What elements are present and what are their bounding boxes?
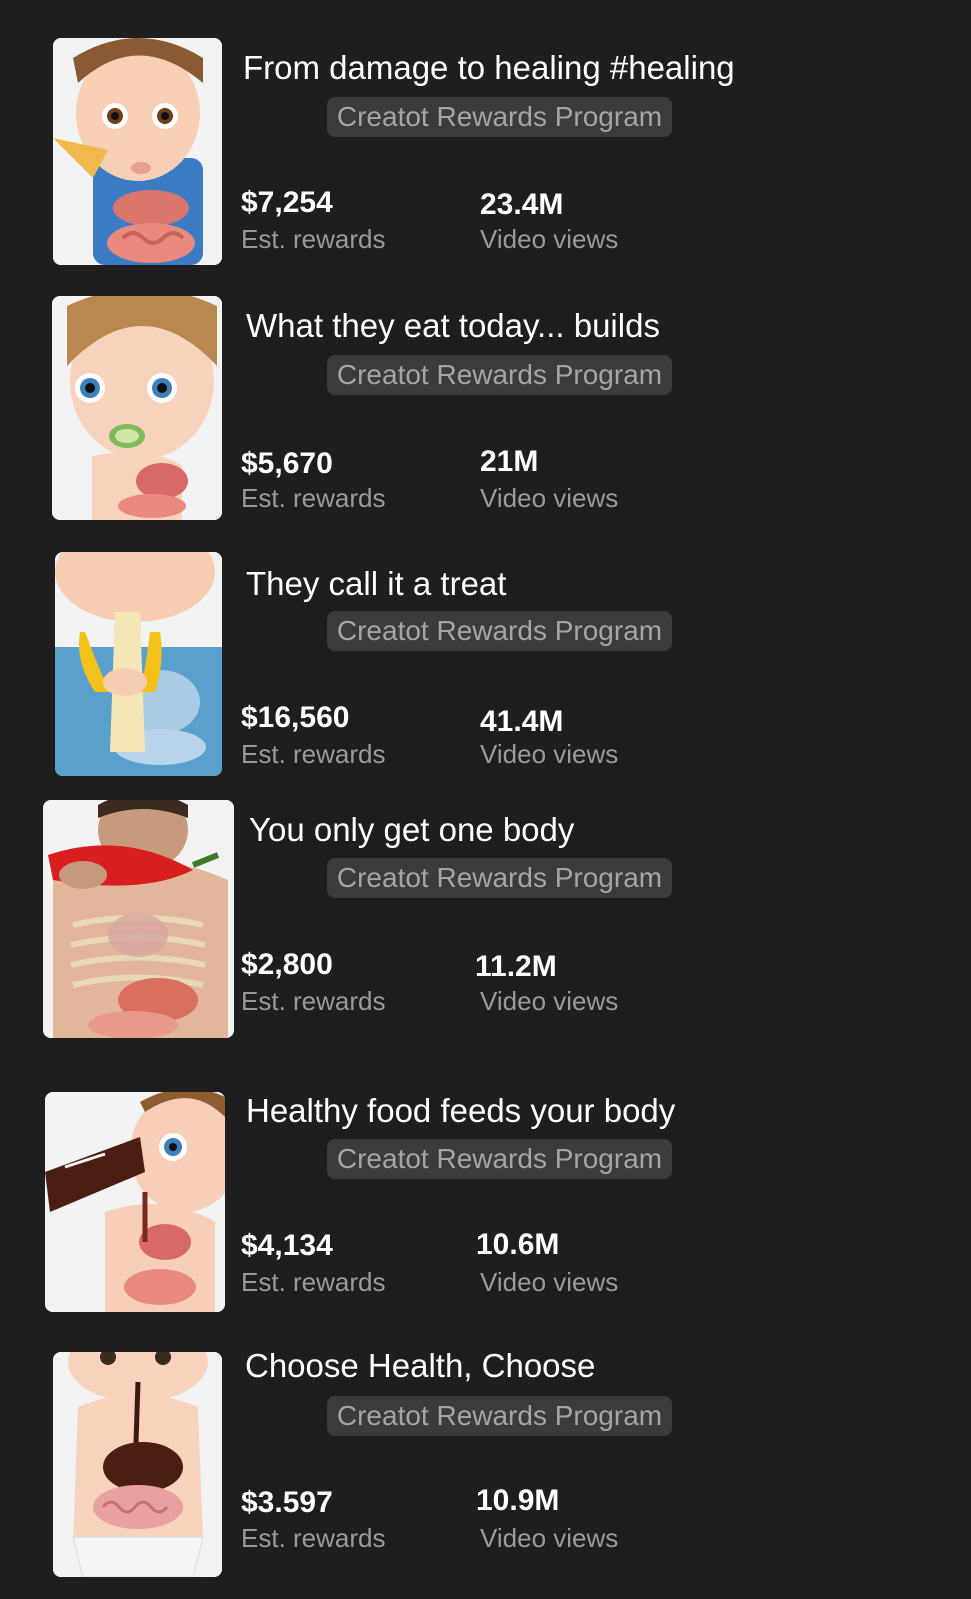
cartoon-child-pizza-image (53, 38, 222, 265)
est-rewards-label: Est. rewards (241, 1267, 386, 1297)
video-views-value: 11.2M (475, 950, 557, 983)
video-row[interactable]: Healthy food feeds your body Creatot Rew… (0, 1080, 971, 1320)
cartoon-child-banana-image (55, 552, 222, 776)
video-views-value: 41.4M (480, 705, 564, 738)
rewards-program-badge: Creatot Rewards Program (327, 97, 672, 137)
video-views-value: 21M (480, 445, 539, 478)
video-views-value: 10.6M (476, 1228, 560, 1261)
est-rewards-label: Est. rewards (241, 483, 386, 513)
video-title: Healthy food feeds your body (246, 1092, 676, 1129)
est-rewards-value: $7,254 (241, 186, 333, 219)
est-rewards-label: Est. rewards (241, 224, 386, 254)
man-chili-pepper-anatomy-image (43, 800, 234, 1038)
video-views-value: 10.9M (476, 1484, 560, 1517)
video-thumbnail[interactable] (53, 38, 222, 265)
est-rewards-value: $4,134 (241, 1229, 333, 1262)
cartoon-child-cucumber-image (52, 296, 222, 520)
video-views-label: Video views (480, 224, 619, 254)
est-rewards-value: $2,800 (241, 948, 333, 981)
video-thumbnail[interactable] (52, 296, 222, 520)
est-rewards-value: $3.597 (241, 1486, 333, 1519)
video-row[interactable]: Choose Health, Choose Creatot Rewards Pr… (0, 1340, 971, 1590)
video-thumbnail[interactable] (53, 1352, 222, 1577)
rewards-program-badge: Creatot Rewards Program (327, 611, 672, 651)
video-views-label: Video views (480, 739, 619, 769)
video-title: From damage to healing #healing (243, 49, 735, 86)
video-thumbnail[interactable] (45, 1092, 225, 1312)
video-row[interactable]: From damage to healing #healing Creatot … (0, 0, 971, 265)
video-thumbnail[interactable] (55, 552, 222, 776)
est-rewards-value: $16,560 (241, 701, 350, 734)
video-row[interactable]: They call it a treat Creatot Rewards Pro… (0, 550, 971, 790)
video-title: They call it a treat (246, 565, 507, 602)
video-title: Choose Health, Choose (245, 1347, 596, 1384)
video-views-label: Video views (480, 483, 619, 513)
video-thumbnail[interactable] (43, 800, 234, 1038)
est-rewards-label: Est. rewards (241, 986, 386, 1016)
cartoon-child-cola-image (45, 1092, 225, 1312)
video-views-value: 23.4M (480, 188, 564, 221)
rewards-program-badge: Creatot Rewards Program (327, 858, 672, 898)
video-row[interactable]: What they eat today... builds Creatot Re… (0, 290, 971, 530)
est-rewards-label: Est. rewards (241, 1523, 386, 1553)
est-rewards-value: $5,670 (241, 447, 333, 480)
video-title: What they eat today... builds (246, 307, 660, 344)
video-title: You only get one body (249, 811, 575, 848)
cartoon-baby-cola-image (53, 1352, 222, 1577)
rewards-program-badge: Creatot Rewards Program (327, 355, 672, 395)
est-rewards-label: Est. rewards (241, 739, 386, 769)
rewards-program-badge: Creatot Rewards Program (327, 1396, 672, 1436)
video-views-label: Video views (480, 1523, 619, 1553)
video-views-label: Video views (480, 1267, 619, 1297)
rewards-program-badge: Creatot Rewards Program (327, 1139, 672, 1179)
video-views-label: Video views (480, 986, 619, 1016)
video-row[interactable]: You only get one body Creatot Rewards Pr… (0, 800, 971, 1040)
